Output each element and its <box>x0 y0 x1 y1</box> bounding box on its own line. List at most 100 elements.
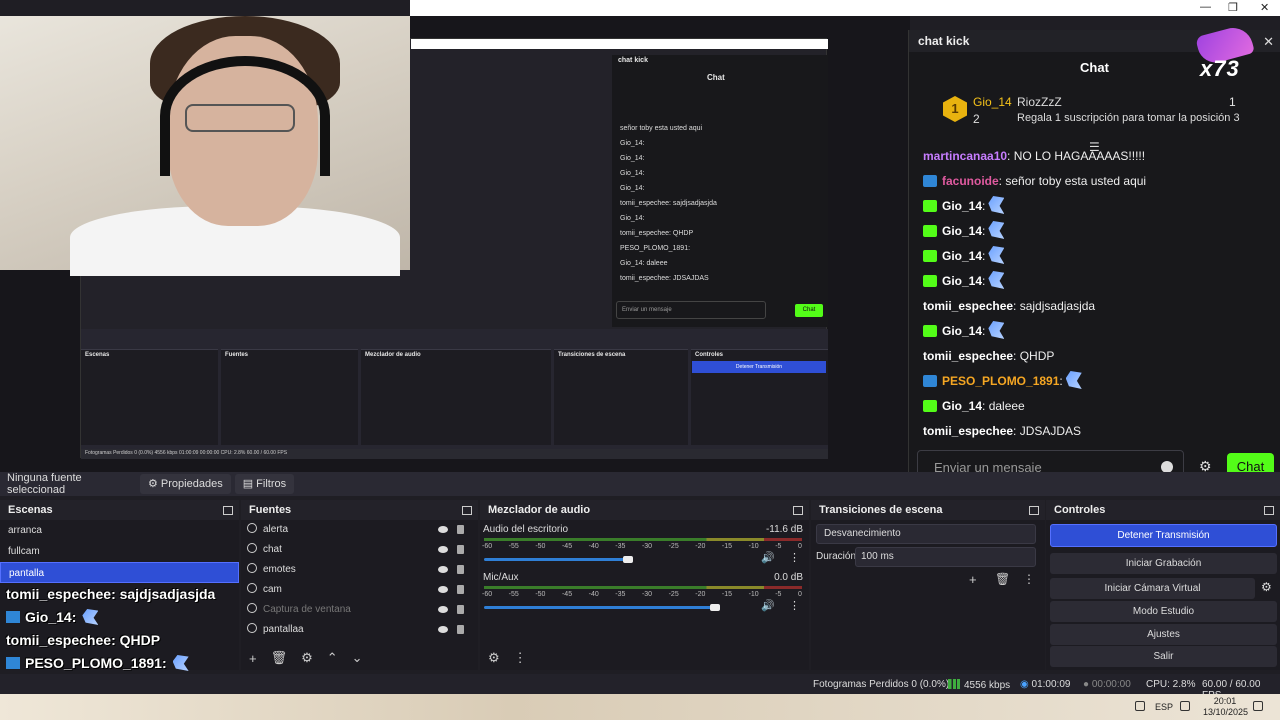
leader-gifter[interactable]: RiozZzZ <box>1017 95 1062 109</box>
source-label: alerta <box>263 524 289 535</box>
scene-item[interactable]: arranca <box>0 520 239 541</box>
mixer-channel-db: 0.0 dB <box>774 572 803 583</box>
overlay-message: tomii_espechee: QHDP <box>0 629 285 652</box>
gear-icon[interactable]: ⚙ <box>488 650 500 666</box>
overlay-username: PESO_PLOMO_1891 <box>25 655 162 671</box>
scene-item[interactable]: fullcam <box>0 541 239 562</box>
volume-slider[interactable] <box>484 558 628 561</box>
popout-icon[interactable] <box>1264 505 1274 515</box>
close-icon[interactable]: ✕ <box>1263 34 1274 50</box>
filters-button[interactable]: ▤ Filtros <box>234 474 295 494</box>
notification-icon[interactable] <box>1253 701 1263 711</box>
gear-icon[interactable]: ⚙ <box>1261 580 1272 594</box>
chat-username[interactable]: tomii_espechee <box>923 424 1013 438</box>
scene-item[interactable]: pantalla <box>0 562 239 583</box>
popout-icon[interactable] <box>462 505 472 515</box>
control-button[interactable]: Salir <box>1050 646 1277 667</box>
properties-button[interactable]: ⚙ Propiedades <box>140 474 231 494</box>
lock-icon[interactable] <box>457 605 464 614</box>
sub-badge-text: x73 <box>1200 56 1240 81</box>
eye-icon[interactable] <box>438 546 448 553</box>
lock-icon[interactable] <box>457 585 464 594</box>
chat-username[interactable]: facunoide <box>942 174 999 188</box>
eye-icon[interactable] <box>438 626 448 633</box>
control-button[interactable]: Iniciar Cámara Virtual <box>1050 578 1255 599</box>
duration-label: Duración <box>816 551 857 562</box>
stream-icon: ◉ <box>1020 679 1032 690</box>
emote-icon <box>988 221 1005 239</box>
speaker-icon[interactable]: 🔊 <box>761 551 775 564</box>
emote-icon <box>988 246 1005 264</box>
overlay-username: tomii_espechee <box>6 586 112 602</box>
leader-user[interactable]: Gio_14 <box>973 95 1012 109</box>
volume-meter <box>484 538 802 541</box>
more-icon[interactable]: ⋮ <box>514 650 527 666</box>
lock-icon[interactable] <box>457 545 464 554</box>
chat-username[interactable]: tomii_espechee <box>923 349 1013 363</box>
popout-icon[interactable] <box>793 505 803 515</box>
down-icon[interactable]: ⌄ <box>352 650 363 666</box>
tray-chevron-icon[interactable] <box>1135 701 1145 711</box>
more-icon[interactable]: ⋮ <box>789 599 800 612</box>
gear-icon[interactable]: ⚙ <box>301 650 313 666</box>
chat-username[interactable]: Gio_14 <box>942 249 982 263</box>
lock-icon[interactable] <box>457 525 464 534</box>
lock-icon[interactable] <box>457 565 464 574</box>
minimize-button[interactable]: — <box>1200 1 1211 13</box>
volume-slider-handle[interactable] <box>623 556 634 563</box>
obs-preview[interactable]: chat kick Chat señor toby esta usted aqu… <box>0 16 910 472</box>
network-icon[interactable] <box>1180 701 1190 711</box>
overlay-username: Gio_14 <box>25 609 72 625</box>
tick-label: -40 <box>588 591 599 598</box>
more-icon[interactable]: ⋮ <box>789 551 800 564</box>
chat-username[interactable]: martincanaa10 <box>923 149 1007 163</box>
nested-obs: Escenas Fuentes Mezclador de audio Trans… <box>81 329 828 459</box>
chat-message: Gio_14: daleee <box>923 394 1273 419</box>
overlay-text: : QHDP <box>111 632 161 648</box>
chat-username[interactable]: PESO_PLOMO_1891 <box>942 374 1059 388</box>
speaker-icon[interactable]: 🔊 <box>761 599 775 612</box>
eye-icon[interactable] <box>438 606 448 613</box>
popout-icon[interactable] <box>223 505 233 515</box>
chat-username[interactable]: Gio_14 <box>942 224 982 238</box>
trash-icon[interactable]: 🗑 <box>995 572 1010 586</box>
nested-chat-line: Gio_14: <box>620 215 645 222</box>
badge-icon <box>923 250 937 262</box>
badge-icon <box>6 657 20 669</box>
nested-chat-window: chat kick Chat señor toby esta usted aqu… <box>612 55 828 327</box>
up-icon[interactable]: ⌃ <box>327 650 338 666</box>
chat-username[interactable]: Gio_14 <box>942 274 982 288</box>
chat-username[interactable]: Gio_14 <box>942 399 982 413</box>
more-icon[interactable]: ⋮ <box>1023 572 1035 586</box>
volume-slider[interactable] <box>484 606 714 609</box>
volume-slider-handle[interactable] <box>709 604 720 611</box>
close-button[interactable]: ✕ <box>1260 1 1269 14</box>
source-item[interactable]: chat <box>241 540 478 560</box>
nested-panel-title: Fuentes <box>225 352 249 358</box>
lock-icon[interactable] <box>457 625 464 634</box>
transition-select[interactable]: Desvanecimiento <box>816 524 1036 544</box>
eye-icon[interactable] <box>438 526 448 533</box>
chat-username[interactable]: Gio_14 <box>942 324 982 338</box>
chat-username[interactable]: tomii_espechee <box>923 299 1013 313</box>
badge-icon <box>923 275 937 287</box>
control-button[interactable]: Iniciar Grabación <box>1050 553 1277 574</box>
add-icon[interactable]: + <box>969 572 977 587</box>
eye-icon[interactable] <box>438 566 448 573</box>
language-indicator[interactable]: ESP <box>1155 702 1173 712</box>
eye-icon[interactable] <box>438 586 448 593</box>
control-button[interactable]: Ajustes <box>1050 624 1277 645</box>
chat-message: Gio_14: <box>923 269 1273 294</box>
source-item[interactable]: alerta <box>241 520 478 540</box>
source-item[interactable]: emotes <box>241 560 478 580</box>
nested-chat-line: PESO_PLOMO_1891: <box>620 245 691 252</box>
chat-username[interactable]: Gio_14 <box>942 199 982 213</box>
control-button[interactable]: Detener Transmisión <box>1050 524 1277 547</box>
clock[interactable]: 20:01 13/10/2025 <box>1203 696 1248 718</box>
control-button[interactable]: Modo Estudio <box>1050 601 1277 622</box>
chat-text: : <box>982 199 986 213</box>
popout-icon[interactable] <box>1029 505 1039 515</box>
restore-button[interactable]: ❐ <box>1228 1 1238 14</box>
tick-label: -25 <box>668 591 679 598</box>
duration-input[interactable]: 100 ms <box>855 547 1036 567</box>
